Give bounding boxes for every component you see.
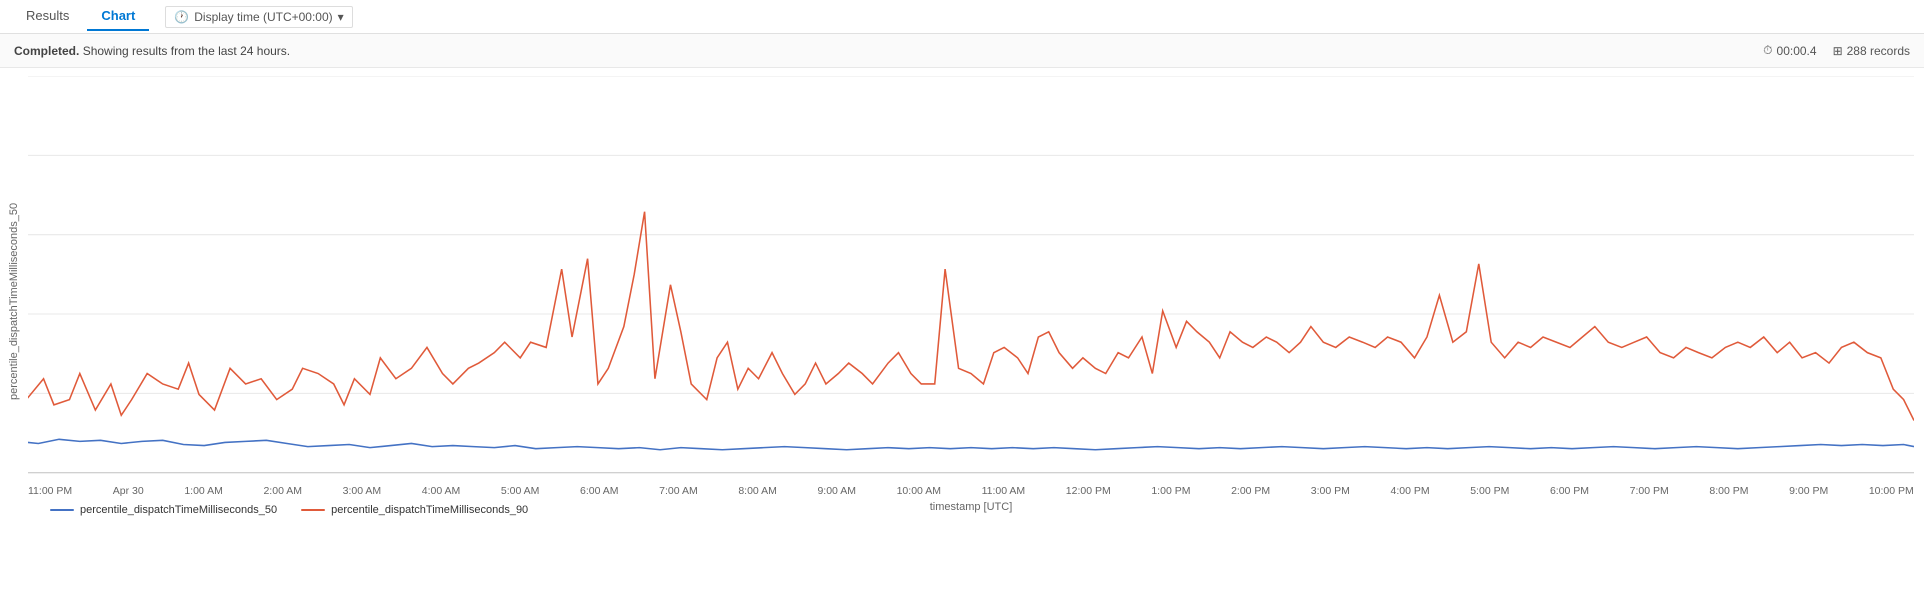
status-right: ⏱ 00:00.4 ⊞ 288 records xyxy=(1763,43,1910,58)
status-bar: Completed. Showing results from the last… xyxy=(0,34,1924,68)
series-p50-line xyxy=(28,439,1914,449)
chevron-down-icon: ▾ xyxy=(338,10,344,24)
tab-results[interactable]: Results xyxy=(12,2,83,31)
display-time-label: Display time (UTC+00:00) xyxy=(194,10,332,24)
chart-area: percentile_dispatchTimeMilliseconds_50 5… xyxy=(0,68,1924,558)
clock-icon: 🕐 xyxy=(174,10,189,24)
display-time-selector[interactable]: 🕐 Display time (UTC+00:00) ▾ xyxy=(165,6,352,28)
duration-display: ⏱ 00:00.4 xyxy=(1763,43,1816,58)
chart-svg-container: 500 400 300 200 100 0 xyxy=(28,76,1914,483)
duration-icon: ⏱ xyxy=(1763,43,1772,58)
chart-inner: 500 400 300 200 100 0 11:00 PM Apr xyxy=(28,76,1914,496)
completed-label: Completed. xyxy=(14,44,79,58)
records-icon: ⊞ xyxy=(1833,44,1843,58)
records-count: 288 records xyxy=(1847,44,1910,58)
duration-value: 00:00.4 xyxy=(1777,44,1817,58)
y-axis-label: percentile_dispatchTimeMilliseconds_50 xyxy=(0,76,28,496)
x-axis-label: timestamp [UTC] xyxy=(28,497,1914,515)
series-p90-line xyxy=(28,212,1914,421)
status-detail: Showing results from the last 24 hours. xyxy=(83,44,290,58)
top-bar: Results Chart 🕐 Display time (UTC+00:00)… xyxy=(0,0,1924,34)
tab-chart[interactable]: Chart xyxy=(87,2,149,31)
records-display: ⊞ 288 records xyxy=(1833,44,1910,58)
status-message: Completed. Showing results from the last… xyxy=(14,44,290,58)
x-axis-labels: 11:00 PM Apr 30 1:00 AM 2:00 AM 3:00 AM … xyxy=(28,483,1914,497)
chart-wrapper: percentile_dispatchTimeMilliseconds_50 5… xyxy=(0,76,1924,496)
